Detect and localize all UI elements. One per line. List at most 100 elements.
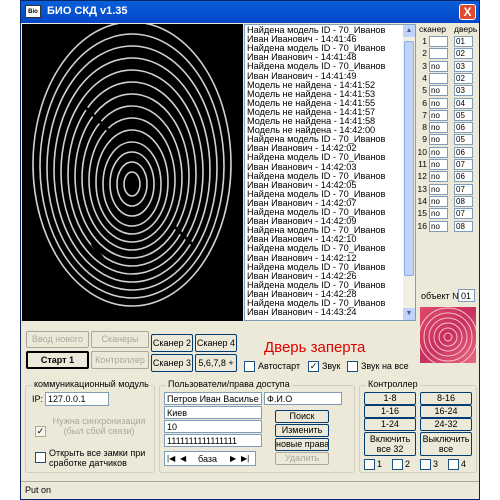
ctrl-check-1-label: 1 xyxy=(377,459,383,469)
start-button[interactable]: Старт 1 xyxy=(26,351,89,369)
nav-prev-icon[interactable]: ◀ xyxy=(180,453,186,465)
app-icon: Bio xyxy=(25,5,41,18)
door-cell[interactable]: 02 xyxy=(454,48,473,60)
enable-all-button[interactable]: Включить все 32 xyxy=(364,432,416,456)
door-header: дверь xyxy=(454,24,478,34)
ctrl-16-24-button[interactable]: 16-24 xyxy=(420,405,472,418)
ctrl-8-16-button[interactable]: 8-16 xyxy=(420,392,472,405)
scroll-up-icon[interactable]: ▲ xyxy=(403,25,415,37)
scanner-table: сканер дверь 1 01 2 02 3 no 03 4 02 5 no 03 6 no 04 7 no… xyxy=(416,24,479,244)
scanner-number: 10 xyxy=(417,146,427,157)
scanner-status-cell[interactable]: no xyxy=(429,183,448,195)
scanner-status-cell[interactable]: no xyxy=(429,60,448,72)
city-field[interactable]: Киев xyxy=(164,406,262,419)
ctrl-1-8-button[interactable]: 1-8 xyxy=(364,392,416,405)
scanner-header: сканер xyxy=(419,24,447,34)
door-cell[interactable]: 05 xyxy=(454,134,473,146)
enter-new-button[interactable]: Ввод нового xyxy=(26,331,89,348)
door-cell[interactable]: 07 xyxy=(454,183,473,195)
scanner-status-cell[interactable]: no xyxy=(429,146,448,158)
scanner-status-cell[interactable]: no xyxy=(429,134,448,146)
ip-field[interactable]: 127.0.0.1 xyxy=(45,392,109,406)
ctrl-check-1[interactable] xyxy=(364,459,375,470)
autostart-checkbox[interactable] xyxy=(244,361,255,372)
ctrl-check-2[interactable] xyxy=(392,459,403,470)
controller-caption: Контроллер xyxy=(366,379,420,389)
scanner-status-cell[interactable]: no xyxy=(429,97,448,109)
door-cell[interactable]: 07 xyxy=(454,208,473,220)
close-button[interactable]: X xyxy=(459,4,476,20)
sound-all-checkbox[interactable] xyxy=(347,361,358,372)
door-cell[interactable]: 02 xyxy=(454,72,473,84)
scanner-number: 5 xyxy=(422,85,427,96)
door-cell[interactable]: 08 xyxy=(454,195,473,207)
ctrl-check-3[interactable] xyxy=(420,459,431,470)
sound-checkbox[interactable]: ✓ xyxy=(308,361,319,372)
door-cell[interactable]: 03 xyxy=(454,85,473,97)
door-cell[interactable]: 06 xyxy=(454,146,473,158)
scanner-status-cell[interactable]: no xyxy=(429,208,448,220)
comm-module-caption: коммуникационный модуль xyxy=(32,379,151,389)
scanner-status-cell[interactable] xyxy=(429,72,448,84)
fingerprint-logo-icon xyxy=(420,307,476,363)
fingerprint-image xyxy=(22,24,243,321)
scanners-button[interactable]: Сканеры xyxy=(91,331,149,348)
scanner-status-cell[interactable] xyxy=(429,48,448,60)
scanner-status-cell[interactable]: no xyxy=(429,122,448,134)
main-window: Bio БИО СКД v1.35 X Найдена модель ID - … xyxy=(20,0,480,500)
scanner-number: 16 xyxy=(417,220,427,231)
scanner-status-cell[interactable]: no xyxy=(429,85,448,97)
user-name-field[interactable]: Петров Иван Василье xyxy=(164,392,262,405)
scanner-status-cell[interactable]: no xyxy=(429,195,448,207)
scroll-thumb[interactable] xyxy=(404,41,414,276)
door-cell[interactable]: 06 xyxy=(454,122,473,134)
scanner-number: 3 xyxy=(422,60,427,71)
scanner-status-cell[interactable]: no xyxy=(429,159,448,170)
door-cell[interactable]: 05 xyxy=(454,109,473,121)
door-cell[interactable]: 07 xyxy=(454,159,473,170)
nav-last-icon[interactable]: ▶| xyxy=(241,453,249,465)
open-locks-checkbox[interactable] xyxy=(35,452,46,463)
scanner-status-cell[interactable] xyxy=(429,36,448,47)
comm-module-group: коммуникационный модуль IP: 127.0.0.1 ✓ … xyxy=(25,379,155,473)
ctrl-check-4[interactable] xyxy=(448,459,459,470)
scanner3-button[interactable]: Сканер 3 xyxy=(151,354,193,372)
door-cell[interactable]: 03 xyxy=(454,60,473,72)
scanner-number: 14 xyxy=(417,195,427,206)
scanner2-button[interactable]: Сканер 2 xyxy=(151,334,193,352)
scroll-down-icon[interactable]: ▼ xyxy=(403,308,415,320)
door-cell[interactable]: 06 xyxy=(454,171,473,183)
object-number-field[interactable]: 01 xyxy=(458,289,475,302)
delete-button[interactable]: Удалить xyxy=(275,452,329,465)
nav-next-icon[interactable]: ▶ xyxy=(230,453,236,465)
scanner4-button[interactable]: Сканер 4 xyxy=(195,334,237,352)
scanners-5678-button[interactable]: 5,6,7,8 + xyxy=(195,354,237,372)
new-rights-button[interactable]: новые права xyxy=(275,438,329,451)
scanner-number: 13 xyxy=(417,183,427,194)
search-button[interactable]: Поиск xyxy=(275,410,329,423)
number-field[interactable]: 10 xyxy=(164,420,262,433)
door-cell[interactable]: 04 xyxy=(454,97,473,109)
scanner-status-cell[interactable]: no xyxy=(429,220,448,232)
door-cell[interactable]: 08 xyxy=(454,220,473,232)
rights-bits-field[interactable]: 1111111111111111 xyxy=(164,434,262,447)
ctrl-check-4-label: 4 xyxy=(461,459,467,469)
sync-checkbox[interactable]: ✓ xyxy=(35,426,46,437)
object-label: объект № xyxy=(421,291,462,301)
disable-all-button[interactable]: Выключить все xyxy=(420,432,472,456)
fingerprint-logo xyxy=(420,307,476,363)
title-bar: Bio БИО СКД v1.35 X xyxy=(21,1,479,23)
fio-field[interactable]: Ф.И.О xyxy=(264,392,342,405)
event-log[interactable]: Найдена модель ID - 70_Иванов Иван Иванов… xyxy=(244,24,416,321)
window-title: БИО СКД v1.35 xyxy=(47,5,128,17)
scanner-status-cell[interactable]: no xyxy=(429,109,448,121)
ctrl-1-16-button[interactable]: 1-16 xyxy=(364,405,416,418)
ctrl-1-24-button[interactable]: 1-24 xyxy=(364,418,416,431)
door-cell[interactable]: 01 xyxy=(454,36,473,47)
log-scrollbar[interactable]: ▲ ▼ xyxy=(403,25,415,320)
controller-button[interactable]: Контроллер xyxy=(91,351,149,369)
nav-first-icon[interactable]: |◀ xyxy=(167,453,175,465)
scanner-status-cell[interactable]: no xyxy=(429,171,448,183)
change-button[interactable]: Изменить xyxy=(275,424,329,437)
ctrl-24-32-button[interactable]: 24-32 xyxy=(420,418,472,431)
